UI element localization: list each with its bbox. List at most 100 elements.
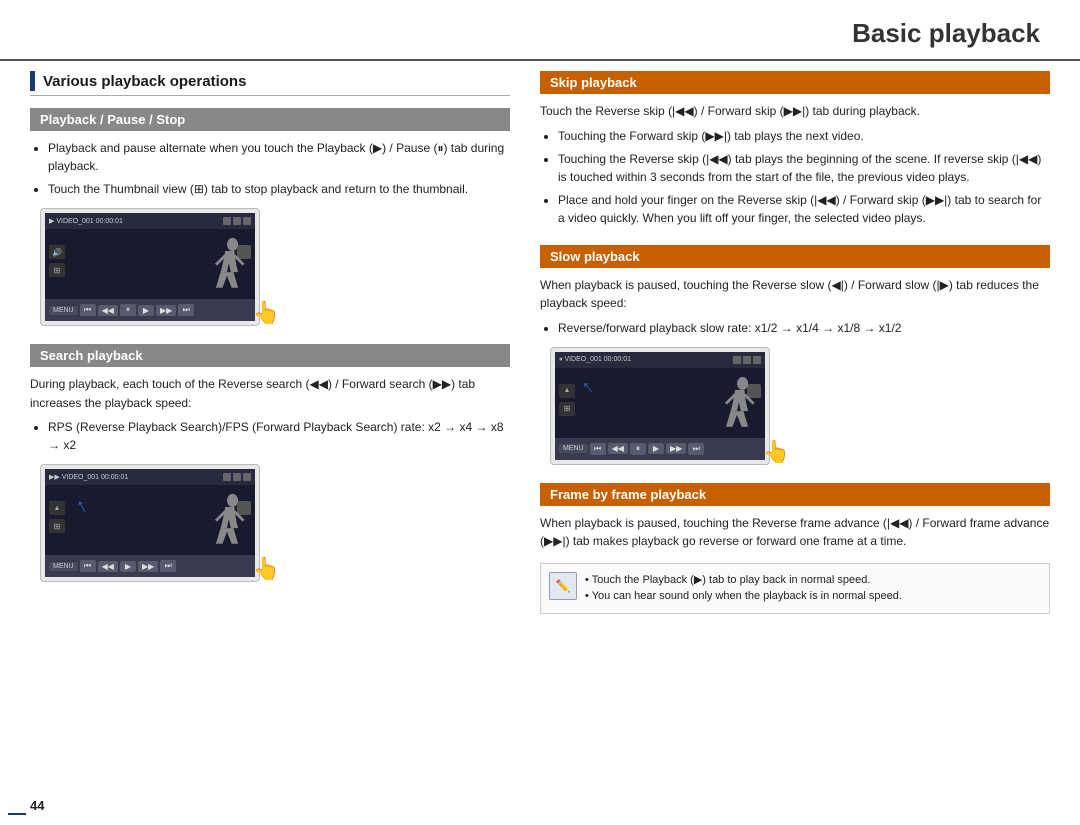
note-box: ✏️ • Touch the Playback (▶) tab to play … [540, 563, 1050, 614]
search-playback-section: Search playback During playback, each to… [30, 344, 510, 582]
mini-icon-4 [223, 473, 231, 481]
device-screen-container-3: ⏸ VIDEO_001 00:00:01 ▲ ⊞ [550, 347, 770, 465]
volume-icon-2: ▲ [49, 501, 65, 515]
mini-icon-1 [223, 217, 231, 225]
top-bar-icons-3 [733, 356, 761, 364]
list-item: Touching the Reverse skip (|◀◀) tab play… [558, 150, 1050, 186]
slow-playback-section: Slow playback When playback is paused, t… [540, 245, 1050, 465]
skip-playback-header: Skip playback [540, 71, 1050, 94]
note-icon: ✏️ [549, 572, 577, 600]
grid-icon-2: ⊞ [49, 519, 65, 533]
ctrl-fwd[interactable]: ▶▶ [156, 305, 176, 316]
mini-icon-8 [743, 356, 751, 364]
search-playback-intro: During playback, each touch of the Rever… [30, 375, 510, 412]
page-title: Basic playback [852, 18, 1040, 48]
top-bar-icons-2 [223, 473, 251, 481]
ctrl-play-3[interactable]: ▶ [648, 443, 664, 454]
left-section-title: Various playback operations [43, 73, 246, 90]
frame-by-frame-section: Frame by frame playback When playback is… [540, 483, 1050, 614]
ctrl-rev[interactable]: ◀◀ [98, 305, 118, 316]
left-side-icons-2: ▲ ⊞ [49, 501, 65, 533]
ctrl-play-2[interactable]: ▶ [120, 561, 136, 572]
list-item: RPS (Reverse Playback Search)/FPS (Forwa… [48, 418, 510, 454]
top-bar-text: ▶ VIDEO_001 00:00:01 [49, 217, 220, 225]
mini-icon-5 [233, 473, 241, 481]
control-bar-3: MENU ⏮ ◀◀ ⏸ ▶ ▶▶ ⏭ [555, 438, 765, 460]
control-bar-1: MENU ⏮ ◀◀ ⏸ ▶ ▶▶ ⏭ [45, 299, 255, 321]
list-item: Place and hold your finger on the Revers… [558, 191, 1050, 227]
volume-icon: 🔊 [49, 245, 65, 259]
device-top-bar-2: ▶▶ VIDEO_001 00:00:01 [45, 469, 255, 485]
grid-icon: ⊞ [49, 263, 65, 277]
ctrl-skip-fwd-3[interactable]: ⏭ [688, 443, 704, 455]
ctrl-rev-2[interactable]: ◀◀ [98, 561, 118, 572]
main-layout: Various playback operations Playback / P… [0, 71, 1080, 632]
mini-icon-7 [733, 356, 741, 364]
left-column: Various playback operations Playback / P… [30, 71, 510, 632]
mini-icon-9 [753, 356, 761, 364]
ctrl-rev-3[interactable]: ◀◀ [608, 443, 628, 454]
device-mockup-3: ⏸ VIDEO_001 00:00:01 ▲ ⊞ [550, 347, 780, 465]
device-mockup-2: ▶▶ VIDEO_001 00:00:01 ▲ ⊞ [40, 464, 270, 582]
grid-icon-3: ⊞ [559, 402, 575, 416]
slow-playback-list: Reverse/forward playback slow rate: x1/2… [540, 319, 1050, 337]
slow-playback-intro: When playback is paused, touching the Re… [540, 276, 1050, 313]
device-screen-container: ▶ VIDEO_001 00:00:01 🔊 ⊞ [40, 208, 260, 326]
playback-pause-stop-section: Playback / Pause / Stop Playback and pau… [30, 108, 510, 326]
left-section-title-bar: Various playback operations [30, 71, 510, 96]
left-side-icons: 🔊 ⊞ [49, 245, 65, 277]
skip-playback-list: Touching the Forward skip (▶▶|) tab play… [540, 127, 1050, 227]
device-screen-3: ▲ ⊞ ↑ [555, 368, 765, 438]
top-bar-text-3: ⏸ VIDEO_001 00:00:01 [559, 356, 730, 364]
figure-silhouette-3 [715, 376, 760, 436]
blue-arrow-pointer-2: ↑ [577, 375, 599, 399]
ctrl-pause-3[interactable]: ⏸ [630, 443, 646, 455]
ctrl-skip-back-3[interactable]: ⏮ [590, 443, 606, 455]
frame-by-frame-header: Frame by frame playback [540, 483, 1050, 506]
ctrl-skip-fwd-2[interactable]: ⏭ [160, 560, 176, 572]
skip-playback-section: Skip playback Touch the Reverse skip (|◀… [540, 71, 1050, 227]
playback-pause-stop-list: Playback and pause alternate when you to… [30, 139, 510, 198]
ctrl-skip-fwd[interactable]: ⏭ [178, 304, 194, 316]
cursor-hand-3: 👆 [763, 439, 790, 465]
top-bar-icons [223, 217, 251, 225]
menu-btn-3[interactable]: MENU [559, 444, 588, 453]
mini-icon-2 [233, 217, 241, 225]
right-column: Skip playback Touch the Reverse skip (|◀… [540, 71, 1050, 632]
page-title-area: Basic playback [0, 0, 1080, 61]
skip-playback-intro: Touch the Reverse skip (|◀◀) / Forward s… [540, 102, 1050, 121]
note-content: • Touch the Playback (▶) tab to play bac… [585, 572, 902, 605]
volume-icon-3: ▲ [559, 384, 575, 398]
ctrl-pause[interactable]: ⏸ [120, 304, 136, 316]
mini-icon-3 [243, 217, 251, 225]
device-screen-container-2: ▶▶ VIDEO_001 00:00:01 ▲ ⊞ [40, 464, 260, 582]
control-bar-2: MENU ⏮ ◀◀ ▶ ▶▶ ⏭ [45, 555, 255, 577]
device-top-bar: ▶ VIDEO_001 00:00:01 [45, 213, 255, 229]
device-screen-2: ▲ ⊞ ↑ [45, 485, 255, 555]
blue-bar-icon [30, 71, 35, 91]
figure-silhouette-2 [205, 493, 250, 553]
list-item: Reverse/forward playback slow rate: x1/2… [558, 319, 1050, 337]
device-mockup-1: ▶ VIDEO_001 00:00:01 🔊 ⊞ [40, 208, 270, 326]
blue-arrow-pointer: ↑ [72, 494, 92, 519]
device-screen-1: 🔊 ⊞ [45, 229, 255, 299]
note-bullet-1: • Touch the Playback (▶) tab to play bac… [585, 572, 902, 589]
ctrl-fwd-3[interactable]: ▶▶ [666, 443, 686, 454]
ctrl-play[interactable]: ▶ [138, 305, 154, 316]
ctrl-skip-back-2[interactable]: ⏮ [80, 560, 96, 572]
menu-btn[interactable]: MENU [49, 306, 78, 315]
mini-icon-6 [243, 473, 251, 481]
ctrl-skip-back[interactable]: ⏮ [80, 304, 96, 316]
slow-playback-header: Slow playback [540, 245, 1050, 268]
menu-btn-2[interactable]: MENU [49, 562, 78, 571]
page-number-bar [8, 813, 26, 815]
device-top-bar-3: ⏸ VIDEO_001 00:00:01 [555, 352, 765, 368]
cursor-hand-2: 👆 [253, 556, 280, 582]
list-item: Touch the Thumbnail view (⊞) tab to stop… [48, 180, 510, 198]
top-bar-text-2: ▶▶ VIDEO_001 00:00:01 [49, 473, 220, 481]
search-playback-header: Search playback [30, 344, 510, 367]
list-item: Touching the Forward skip (▶▶|) tab play… [558, 127, 1050, 145]
ctrl-fwd-2[interactable]: ▶▶ [138, 561, 158, 572]
figure-silhouette-1 [205, 237, 250, 297]
note-bullet-2: • You can hear sound only when the playb… [585, 588, 902, 605]
